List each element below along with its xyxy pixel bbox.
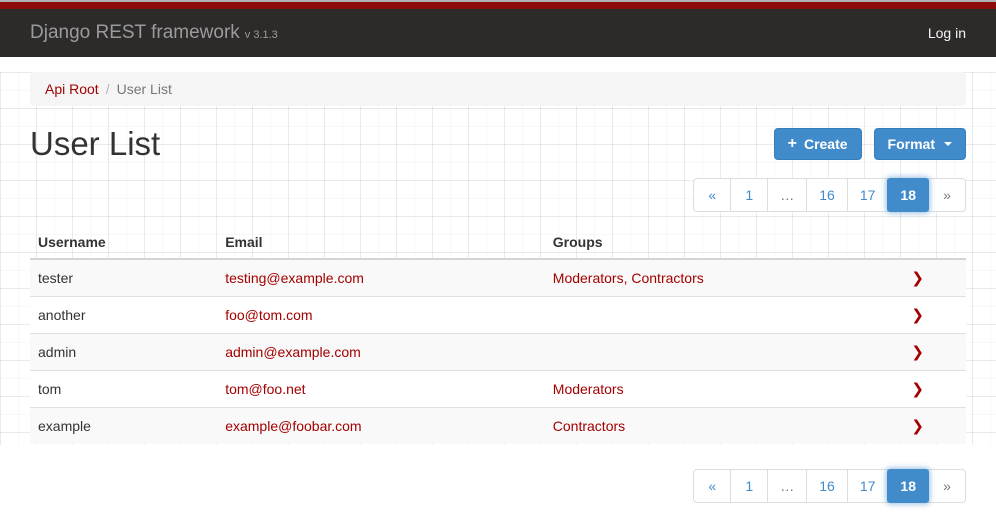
- chevron-right-icon[interactable]: ❯: [911, 307, 924, 324]
- username-cell: admin: [30, 334, 217, 371]
- login-link[interactable]: Log in: [928, 25, 966, 41]
- groups-link[interactable]: Contractors: [553, 418, 625, 434]
- brand-link[interactable]: Django REST framework: [30, 22, 240, 44]
- table-row: tester testing@example.com Moderators, C…: [30, 259, 966, 297]
- format-dropdown-button[interactable]: Format: [874, 128, 966, 160]
- pagination-bottom: « 1 … 16 17 18 »: [693, 469, 966, 503]
- page-title: User List: [30, 125, 160, 163]
- table-header-row: Username Email Groups: [30, 225, 966, 259]
- chevron-right-icon[interactable]: ❯: [911, 418, 924, 435]
- pagination-bottom-row: « 1 … 16 17 18 »: [30, 469, 966, 503]
- bottom-area: « 1 … 16 17 18 »: [0, 469, 996, 503]
- pagination-item: 17: [848, 178, 889, 212]
- user-table: Username Email Groups tester testing@exa…: [30, 225, 966, 444]
- table-row: another foo@tom.com ❯: [30, 297, 966, 334]
- email-link[interactable]: testing@example.com: [225, 270, 364, 286]
- header-action: [863, 225, 966, 259]
- pagination-link[interactable]: …: [767, 469, 807, 503]
- pagination-item: «: [693, 178, 731, 212]
- pagination-link[interactable]: …: [767, 178, 807, 212]
- page-header: User List + Create Format: [30, 125, 966, 163]
- chevron-right-icon[interactable]: ❯: [911, 381, 924, 398]
- table-row: example example@foobar.com Contractors ❯: [30, 408, 966, 445]
- pagination-item: 16: [807, 178, 848, 212]
- breadcrumb: Api Root / User List: [30, 72, 966, 106]
- email-link[interactable]: admin@example.com: [225, 344, 361, 360]
- create-button-label: Create: [804, 136, 848, 152]
- pagination-link[interactable]: 18: [887, 469, 929, 503]
- toolbar: + Create Format: [774, 128, 966, 160]
- table-row: admin admin@example.com ❯: [30, 334, 966, 371]
- groups-link[interactable]: Moderators, Contractors: [553, 270, 704, 286]
- breadcrumb-api-root-link[interactable]: Api Root: [45, 81, 99, 97]
- pagination-item: »: [929, 178, 966, 212]
- format-button-label: Format: [888, 136, 935, 152]
- username-cell: another: [30, 297, 217, 334]
- pagination-top: « 1 … 16 17 18 »: [693, 178, 966, 212]
- create-button[interactable]: + Create: [774, 128, 862, 160]
- pagination-item: 17: [848, 469, 889, 503]
- table-row: tom tom@foo.net Moderators ❯: [30, 371, 966, 408]
- chevron-right-icon[interactable]: ❯: [911, 270, 924, 287]
- pagination-item: 1: [731, 178, 768, 212]
- content-grid-section: Api Root / User List User List + Create For…: [0, 72, 996, 445]
- username-cell: tom: [30, 371, 217, 408]
- breadcrumb-current: User List: [117, 81, 172, 97]
- pagination-item: »: [929, 469, 966, 503]
- pagination-item: 18: [888, 178, 929, 212]
- email-link[interactable]: example@foobar.com: [225, 418, 361, 434]
- pagination-link[interactable]: »: [928, 178, 966, 212]
- chevron-right-icon[interactable]: ❯: [911, 344, 924, 361]
- pagination-link[interactable]: 17: [847, 469, 889, 503]
- pagination-item: «: [693, 469, 731, 503]
- version-label: v 3.1.3: [245, 29, 278, 41]
- pagination-link[interactable]: «: [693, 469, 731, 503]
- pagination-link[interactable]: 16: [806, 178, 848, 212]
- pagination-link[interactable]: 16: [806, 469, 848, 503]
- email-link[interactable]: tom@foo.net: [225, 381, 305, 397]
- username-cell: tester: [30, 259, 217, 297]
- plus-icon: +: [788, 136, 797, 152]
- header-email: Email: [217, 225, 545, 259]
- breadcrumb-separator: /: [106, 81, 110, 97]
- brand-red-bar: [0, 2, 996, 9]
- pagination-link[interactable]: 1: [730, 469, 768, 503]
- groups-link[interactable]: Moderators: [553, 381, 624, 397]
- pagination-item: 18: [888, 469, 929, 503]
- email-link[interactable]: foo@tom.com: [225, 307, 312, 323]
- header-groups: Groups: [545, 225, 863, 259]
- pagination-item: …: [768, 178, 807, 212]
- caret-down-icon: [944, 142, 952, 146]
- pagination-link[interactable]: 17: [847, 178, 889, 212]
- pagination-item: 1: [731, 469, 768, 503]
- user-table-body: tester testing@example.com Moderators, C…: [30, 259, 966, 444]
- username-cell: example: [30, 408, 217, 445]
- pagination-link[interactable]: »: [928, 469, 966, 503]
- pagination-link[interactable]: 18: [887, 178, 929, 212]
- pagination-item: …: [768, 469, 807, 503]
- navbar: Django REST framework v 3.1.3 Log in: [0, 9, 996, 57]
- pagination-item: 16: [807, 469, 848, 503]
- pagination-top-row: « 1 … 16 17 18 »: [30, 178, 966, 212]
- pagination-link[interactable]: 1: [730, 178, 768, 212]
- header-username: Username: [30, 225, 217, 259]
- pagination-link[interactable]: «: [693, 178, 731, 212]
